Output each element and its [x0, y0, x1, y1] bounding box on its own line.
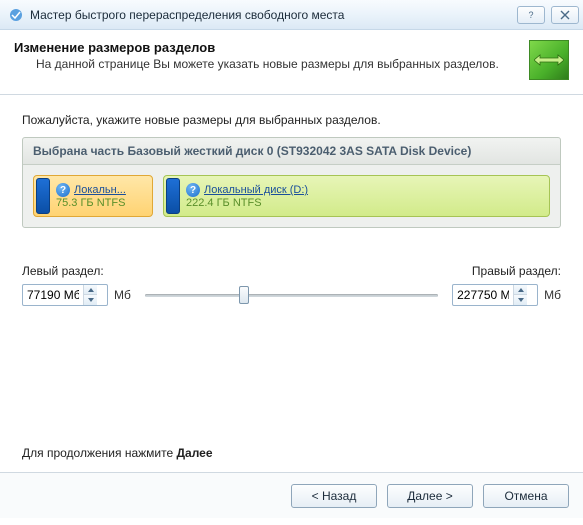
right-size-spinbox[interactable] — [452, 284, 538, 306]
partition-bar-icon — [36, 178, 50, 214]
page-title: Изменение размеров разделов — [14, 40, 519, 55]
cancel-button[interactable]: Отмена — [483, 484, 569, 508]
spin-up-icon[interactable] — [514, 285, 527, 295]
continue-hint: Для продолжения нажмите Далее — [22, 446, 561, 460]
unit-label: Мб — [114, 288, 131, 302]
partition-detail: 222.4 ГБ NTFS — [186, 197, 547, 209]
wizard-footer: < Назад Далее > Отмена — [0, 472, 583, 518]
instruction-text: Пожалуйста, укажите новые размеры для вы… — [22, 113, 561, 127]
left-partition-label: Левый раздел: — [22, 264, 104, 278]
next-button[interactable]: Далее > — [387, 484, 473, 508]
content-area: Пожалуйста, укажите новые размеры для вы… — [0, 95, 583, 472]
help-button[interactable]: ? — [517, 6, 545, 24]
slider-thumb[interactable] — [239, 286, 249, 304]
partitions-row: ? Локальн... 75.3 ГБ NTFS ? Локальный ди… — [23, 165, 560, 227]
info-icon: ? — [186, 183, 200, 197]
unit-label: Мб — [544, 288, 561, 302]
right-size-input[interactable] — [453, 285, 513, 305]
size-slider-track[interactable] — [145, 284, 438, 306]
spin-down-icon[interactable] — [514, 295, 527, 305]
close-button[interactable] — [551, 6, 579, 24]
partition-right[interactable]: ? Локальный диск (D:) 222.4 ГБ NTFS — [163, 175, 550, 217]
spin-up-icon[interactable] — [84, 285, 97, 295]
back-button[interactable]: < Назад — [291, 484, 377, 508]
partition-left[interactable]: ? Локальн... 75.3 ГБ NTFS — [33, 175, 153, 217]
disk-label: Выбрана часть Базовый жесткий диск 0 (ST… — [23, 138, 560, 165]
left-size-input[interactable] — [23, 285, 83, 305]
resize-icon — [529, 40, 569, 80]
app-icon — [8, 7, 24, 23]
info-icon: ? — [56, 183, 70, 197]
right-partition-label: Правый раздел: — [472, 264, 561, 278]
slider-area: Левый раздел: Правый раздел: Мб — [22, 264, 561, 306]
page-subtitle: На данной странице Вы можете указать нов… — [14, 57, 519, 71]
window-title: Мастер быстрого перераспределения свобод… — [30, 8, 511, 22]
partition-name: Локальный диск (D:) — [204, 184, 308, 196]
partition-name: Локальн... — [74, 184, 126, 196]
partition-detail: 75.3 ГБ NTFS — [56, 197, 150, 209]
left-size-spinbox[interactable] — [22, 284, 108, 306]
title-bar: Мастер быстрого перераспределения свобод… — [0, 0, 583, 30]
spin-down-icon[interactable] — [84, 295, 97, 305]
disk-panel: Выбрана часть Базовый жесткий диск 0 (ST… — [22, 137, 561, 228]
partition-bar-icon — [166, 178, 180, 214]
wizard-header: Изменение размеров разделов На данной ст… — [0, 30, 583, 95]
svg-text:?: ? — [528, 10, 533, 20]
